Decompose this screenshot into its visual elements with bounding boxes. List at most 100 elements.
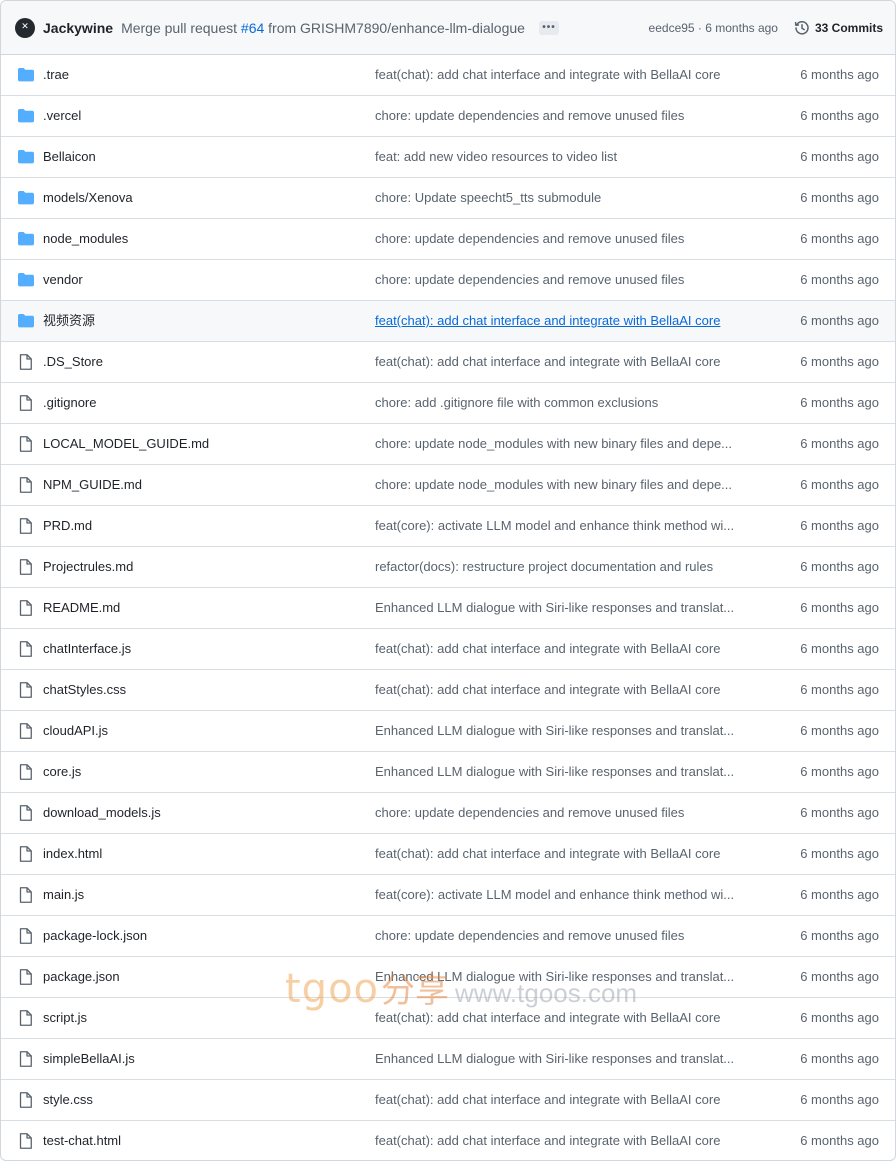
file-icon — [17, 436, 35, 452]
file-commit-message-link[interactable]: refactor(docs): restructure project docu… — [375, 547, 761, 587]
file-row[interactable]: .gitignore chore: add .gitignore file wi… — [1, 383, 895, 424]
file-name-link[interactable]: PRD.md — [43, 506, 92, 546]
expand-commit-message-button[interactable]: ••• — [538, 20, 559, 35]
file-name-link[interactable]: .DS_Store — [43, 342, 103, 382]
file-row[interactable]: models/Xenova chore: Update speecht5_tts… — [1, 178, 895, 219]
file-commit-date: 6 months ago — [800, 641, 879, 656]
file-row[interactable]: style.css feat(chat): add chat interface… — [1, 1080, 895, 1121]
file-row[interactable]: 视频资源 feat(chat): add chat interface and … — [1, 301, 895, 342]
file-row[interactable]: LOCAL_MODEL_GUIDE.md chore: update node_… — [1, 424, 895, 465]
file-commit-message-link[interactable]: feat(chat): add chat interface and integ… — [375, 55, 761, 95]
file-row[interactable]: test-chat.html feat(chat): add chat inte… — [1, 1121, 895, 1160]
file-commit-message-link[interactable]: feat(chat): add chat interface and integ… — [375, 1080, 761, 1120]
file-commit-message-link[interactable]: Enhanced LLM dialogue with Siri-like res… — [375, 588, 761, 628]
file-icon — [17, 969, 35, 985]
file-name-link[interactable]: cloudAPI.js — [43, 711, 108, 751]
file-row[interactable]: .trae feat(chat): add chat interface and… — [1, 55, 895, 96]
commit-author-link[interactable]: Jackywine — [43, 20, 113, 36]
file-name-link[interactable]: 视频资源 — [43, 301, 95, 341]
file-icon — [17, 682, 35, 698]
file-name-link[interactable]: models/Xenova — [43, 178, 133, 218]
history-icon — [794, 20, 809, 35]
file-row[interactable]: script.js feat(chat): add chat interface… — [1, 998, 895, 1039]
file-commit-message-link[interactable]: Enhanced LLM dialogue with Siri-like res… — [375, 752, 761, 792]
file-name-link[interactable]: simpleBellaAI.js — [43, 1039, 135, 1079]
file-name-link[interactable]: README.md — [43, 588, 120, 628]
file-row[interactable]: main.js feat(core): activate LLM model a… — [1, 875, 895, 916]
file-name-link[interactable]: .gitignore — [43, 383, 96, 423]
file-commit-message-link[interactable]: feat(chat): add chat interface and integ… — [375, 629, 761, 669]
file-row[interactable]: core.js Enhanced LLM dialogue with Siri-… — [1, 752, 895, 793]
file-name-link[interactable]: .vercel — [43, 96, 81, 136]
file-name-link[interactable]: Projectrules.md — [43, 547, 133, 587]
latest-commit-bar: ✕ Jackywine Merge pull request #64 from … — [1, 1, 895, 55]
author-avatar[interactable]: ✕ — [15, 17, 35, 38]
file-name-link[interactable]: download_models.js — [43, 793, 161, 833]
file-row[interactable]: .DS_Store feat(chat): add chat interface… — [1, 342, 895, 383]
file-row[interactable]: Bellaicon feat: add new video resources … — [1, 137, 895, 178]
file-row[interactable]: chatInterface.js feat(chat): add chat in… — [1, 629, 895, 670]
file-name-link[interactable]: chatInterface.js — [43, 629, 131, 669]
file-commit-message-link[interactable]: chore: update dependencies and remove un… — [375, 793, 761, 833]
file-commit-message-link[interactable]: chore: update dependencies and remove un… — [375, 96, 761, 136]
file-name-link[interactable]: LOCAL_MODEL_GUIDE.md — [43, 424, 209, 464]
file-commit-message-link[interactable]: feat(core): activate LLM model and enhan… — [375, 506, 761, 546]
file-row[interactable]: Projectrules.md refactor(docs): restruct… — [1, 547, 895, 588]
file-row[interactable]: download_models.js chore: update depende… — [1, 793, 895, 834]
file-commit-message-link[interactable]: chore: Update speecht5_tts submodule — [375, 178, 761, 218]
latest-commit-message[interactable]: Merge pull request #64 from GRISHM7890/e… — [121, 20, 525, 36]
file-name-link[interactable]: .trae — [43, 55, 69, 95]
folder-icon — [17, 313, 35, 329]
file-row[interactable]: package.json Enhanced LLM dialogue with … — [1, 957, 895, 998]
file-commit-date: 6 months ago — [800, 1092, 879, 1107]
file-row[interactable]: chatStyles.css feat(chat): add chat inte… — [1, 670, 895, 711]
file-commit-message-link[interactable]: feat: add new video resources to video l… — [375, 137, 761, 177]
file-commit-message-link[interactable]: feat(chat): add chat interface and integ… — [375, 998, 761, 1038]
file-commit-message-link[interactable]: Enhanced LLM dialogue with Siri-like res… — [375, 711, 761, 751]
file-row[interactable]: cloudAPI.js Enhanced LLM dialogue with S… — [1, 711, 895, 752]
file-name-link[interactable]: index.html — [43, 834, 102, 874]
file-commit-date: 6 months ago — [800, 1051, 879, 1066]
commits-history-link[interactable]: 33 Commits — [794, 20, 883, 36]
file-commit-message-link[interactable]: feat(chat): add chat interface and integ… — [375, 342, 761, 382]
file-row[interactable]: package-lock.json chore: update dependen… — [1, 916, 895, 957]
file-commit-message-link[interactable]: feat(core): activate LLM model and enhan… — [375, 875, 761, 915]
file-row[interactable]: node_modules chore: update dependencies … — [1, 219, 895, 260]
file-row[interactable]: simpleBellaAI.js Enhanced LLM dialogue w… — [1, 1039, 895, 1080]
file-row[interactable]: vendor chore: update dependencies and re… — [1, 260, 895, 301]
file-name-link[interactable]: node_modules — [43, 219, 128, 259]
file-commit-message-link[interactable]: chore: add .gitignore file with common e… — [375, 383, 761, 423]
file-commit-message-link[interactable]: chore: update dependencies and remove un… — [375, 219, 761, 259]
file-commit-message-link[interactable]: chore: update node_modules with new bina… — [375, 465, 761, 505]
file-name-link[interactable]: test-chat.html — [43, 1121, 121, 1160]
file-commit-message-link[interactable]: chore: update dependencies and remove un… — [375, 916, 761, 956]
file-name-link[interactable]: main.js — [43, 875, 84, 915]
file-name-link[interactable]: package.json — [43, 957, 120, 997]
file-commit-date: 6 months ago — [800, 354, 879, 369]
file-name-link[interactable]: Bellaicon — [43, 137, 96, 177]
file-commit-message-link[interactable]: feat(chat): add chat interface and integ… — [375, 834, 761, 874]
file-name-link[interactable]: script.js — [43, 998, 87, 1038]
file-commit-message-link[interactable]: Enhanced LLM dialogue with Siri-like res… — [375, 957, 761, 997]
commit-sha-time[interactable]: eedce95 · 6 months ago — [649, 21, 778, 35]
file-commit-date: 6 months ago — [800, 928, 879, 943]
file-icon — [17, 846, 35, 862]
file-commit-message-link[interactable]: feat(chat): add chat interface and integ… — [375, 670, 761, 710]
pull-request-link[interactable]: #64 — [241, 20, 264, 36]
file-name-link[interactable]: chatStyles.css — [43, 670, 126, 710]
file-row[interactable]: index.html feat(chat): add chat interfac… — [1, 834, 895, 875]
file-name-link[interactable]: vendor — [43, 260, 83, 300]
file-commit-message-link[interactable]: feat(chat): add chat interface and integ… — [375, 301, 761, 341]
file-name-link[interactable]: NPM_GUIDE.md — [43, 465, 142, 505]
file-commit-message-link[interactable]: chore: update dependencies and remove un… — [375, 260, 761, 300]
file-commit-message-link[interactable]: Enhanced LLM dialogue with Siri-like res… — [375, 1039, 761, 1079]
file-row[interactable]: .vercel chore: update dependencies and r… — [1, 96, 895, 137]
file-row[interactable]: PRD.md feat(core): activate LLM model an… — [1, 506, 895, 547]
file-name-link[interactable]: core.js — [43, 752, 81, 792]
file-name-link[interactable]: style.css — [43, 1080, 93, 1120]
file-row[interactable]: README.md Enhanced LLM dialogue with Sir… — [1, 588, 895, 629]
file-commit-message-link[interactable]: chore: update node_modules with new bina… — [375, 424, 761, 464]
file-row[interactable]: NPM_GUIDE.md chore: update node_modules … — [1, 465, 895, 506]
file-commit-message-link[interactable]: feat(chat): add chat interface and integ… — [375, 1121, 761, 1160]
file-name-link[interactable]: package-lock.json — [43, 916, 147, 956]
